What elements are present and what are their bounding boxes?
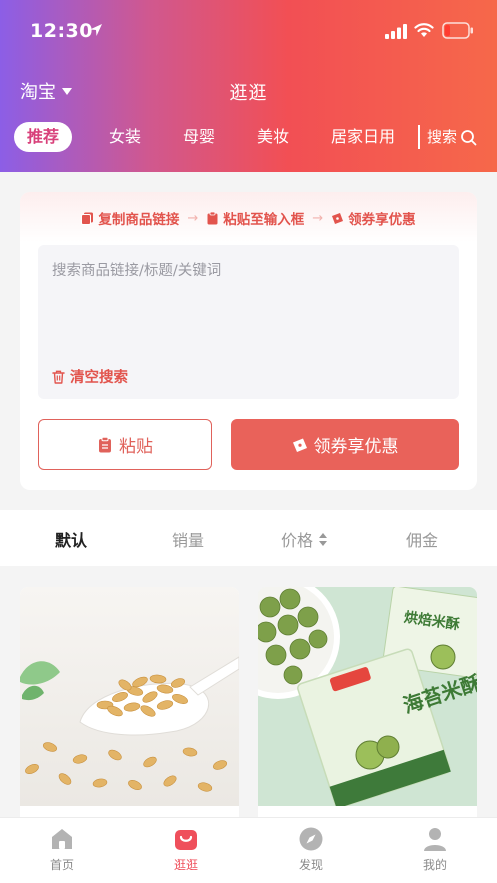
battery-icon <box>442 22 473 39</box>
shopping-bag-icon <box>175 830 197 850</box>
search-input[interactable] <box>38 245 459 355</box>
tab-beauty[interactable]: 美妆 <box>257 122 289 152</box>
ticket-icon <box>332 212 344 224</box>
step1-label: 复制商品链接 <box>98 212 180 228</box>
search-icon <box>461 129 477 145</box>
sort-default-label: 默认 <box>55 531 88 550</box>
tabbar-item-profile[interactable]: 我的 <box>395 826 475 873</box>
category-tabs: 推荐 女装 母婴 美妆 居家日用 搜索 <box>14 122 489 154</box>
product-card[interactable]: 烘焙米酥 海苔米酥 <box>258 587 477 827</box>
tab-divider <box>418 125 420 149</box>
tab-recommend[interactable]: 推荐 <box>14 122 73 152</box>
home-icon <box>52 829 72 849</box>
product-image-rice-crisps <box>20 587 239 806</box>
sort-price-label: 价格 <box>281 531 314 550</box>
sort-price[interactable]: 价格 <box>281 527 328 551</box>
search-input-area: 清空搜索 <box>38 245 459 399</box>
step-coupon: 领券享优惠 <box>331 208 416 228</box>
clear-search-button[interactable]: 清空搜索 <box>52 366 128 387</box>
sort-commission[interactable]: 佣金 <box>406 527 438 551</box>
tabbar-item-home[interactable]: 首页 <box>22 826 102 873</box>
clipboard-icon <box>99 436 111 452</box>
tabbar-item-discover[interactable]: 发现 <box>271 826 351 873</box>
compass-icon <box>299 827 323 851</box>
get-coupon-label: 领券享优惠 <box>313 437 399 457</box>
paste-label: 粘贴 <box>119 437 153 457</box>
product-card[interactable] <box>20 587 239 827</box>
step3-label: 领券享优惠 <box>348 212 416 228</box>
tabbar-discover-label: 发现 <box>298 858 323 872</box>
search-card: 复制商品链接 → 粘贴至输入框 → 领券享优惠 搜索商品链接/标题/关键词 清空… <box>20 192 477 490</box>
sort-bar: 默认 销量 价格 佣金 <box>0 510 497 566</box>
search-button[interactable]: 搜索 <box>427 122 477 152</box>
status-time: 12:30 <box>30 20 93 42</box>
tabbar-browse-label: 逛逛 <box>173 858 198 872</box>
paste-button[interactable]: 粘贴 <box>38 419 212 470</box>
wifi-icon <box>414 23 434 37</box>
header: 12:30 淘宝 逛逛 推荐 女装 母婴 美妆 居家日用 搜索 <box>0 0 497 172</box>
page-title: 逛逛 <box>229 83 268 104</box>
signal-icon <box>385 24 407 39</box>
steps-guide: 复制商品链接 → 粘贴至输入框 → 领券享优惠 <box>20 208 477 228</box>
status-bar: 12:30 <box>0 0 497 60</box>
ticket-icon <box>292 438 307 452</box>
sort-sales[interactable]: 销量 <box>172 527 204 551</box>
search-label: 搜索 <box>427 128 458 146</box>
tab-home[interactable]: 居家日用 <box>331 122 395 152</box>
tab-womens[interactable]: 女装 <box>109 122 141 152</box>
tabbar-profile-label: 我的 <box>422 858 447 872</box>
trash-icon <box>52 370 65 384</box>
get-coupon-button[interactable]: 领券享优惠 <box>231 419 459 470</box>
sort-commission-label: 佣金 <box>406 531 439 550</box>
sort-default[interactable]: 默认 <box>55 527 87 551</box>
step-paste: 粘贴至输入框 <box>206 208 304 228</box>
sort-sales-label: 销量 <box>172 531 205 550</box>
copy-icon <box>81 212 94 225</box>
user-icon <box>424 828 446 851</box>
step2-label: 粘贴至输入框 <box>223 212 305 228</box>
product-image-seaweed-rice-crisps: 烘焙米酥 海苔米酥 <box>258 587 477 806</box>
tabbar-item-browse[interactable]: 逛逛 <box>146 826 226 873</box>
step-copy: 复制商品链接 <box>81 208 179 228</box>
tab-baby[interactable]: 母婴 <box>183 122 215 152</box>
arrow-right-icon: → <box>312 210 324 226</box>
location-arrow-icon <box>90 24 102 36</box>
arrow-right-icon: → <box>187 210 199 226</box>
tabbar-home-label: 首页 <box>49 858 74 872</box>
sort-arrows-icon <box>319 532 328 546</box>
clear-search-label: 清空搜索 <box>70 370 128 386</box>
clipboard-icon <box>207 211 218 224</box>
bottom-tab-bar: 首页 逛逛 发现 我的 <box>0 817 497 883</box>
